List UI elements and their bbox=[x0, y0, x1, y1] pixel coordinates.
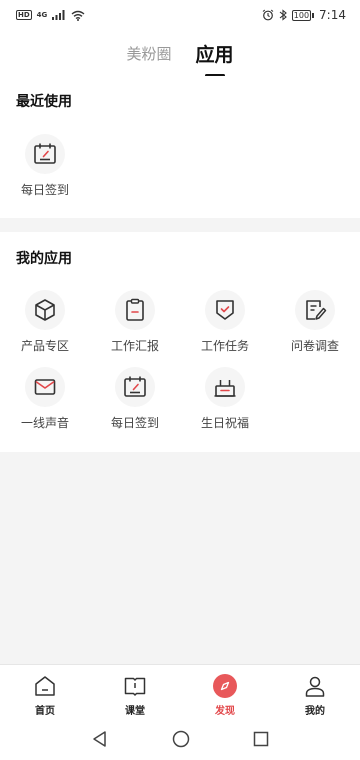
tab-apps[interactable]: 应用 bbox=[195, 40, 234, 77]
section-title: 我的应用 bbox=[16, 251, 72, 267]
app-frontline-voice[interactable]: 一线声音 bbox=[0, 367, 90, 431]
nav-label: 课堂 bbox=[125, 706, 145, 717]
box-icon bbox=[25, 290, 65, 330]
app-product-zone[interactable]: 产品专区 bbox=[0, 290, 90, 354]
app-label: 生日祝福 bbox=[200, 416, 249, 430]
app-label: 每日签到 bbox=[20, 183, 69, 197]
nav-label: 发现 bbox=[215, 706, 235, 717]
status-bar: HD 4G 100 7:14 bbox=[0, 0, 360, 30]
top-tab-bar: 美粉圈 应用 bbox=[0, 30, 360, 77]
app-label: 每日签到 bbox=[110, 416, 159, 430]
app-work-report[interactable]: 工作汇报 bbox=[90, 290, 180, 354]
app-work-tasks[interactable]: 工作任务 bbox=[180, 290, 270, 354]
status-right: 100 7:14 bbox=[262, 8, 346, 22]
system-nav-bar bbox=[0, 718, 360, 760]
home-circle-icon[interactable] bbox=[172, 730, 190, 748]
compass-icon bbox=[212, 673, 238, 699]
cake-icon bbox=[205, 367, 245, 407]
clock-time: 7:14 bbox=[319, 8, 346, 22]
section-title: 最近使用 bbox=[16, 94, 72, 110]
app-survey[interactable]: 问卷调查 bbox=[270, 290, 360, 354]
shield-check-icon bbox=[205, 290, 245, 330]
app-label: 工作任务 bbox=[200, 339, 249, 353]
app-label: 问卷调查 bbox=[290, 339, 339, 353]
clipboard-icon bbox=[115, 290, 155, 330]
recent-section: 最近使用 每日签到 bbox=[0, 76, 360, 218]
battery-tip bbox=[312, 12, 315, 18]
app-daily-signin-recent[interactable]: 每日签到 bbox=[0, 134, 90, 198]
envelope-icon bbox=[25, 367, 65, 407]
book-icon bbox=[122, 673, 148, 699]
nav-classroom[interactable]: 课堂 bbox=[90, 665, 180, 718]
nav-me[interactable]: 我的 bbox=[270, 665, 360, 718]
bottom-nav-bar: 首页 课堂 发现 我的 bbox=[0, 664, 360, 718]
alarm-icon bbox=[262, 9, 274, 21]
recents-square-icon[interactable] bbox=[253, 731, 269, 747]
back-icon[interactable] bbox=[91, 730, 109, 748]
app-label: 一线声音 bbox=[20, 416, 69, 430]
app-daily-signin[interactable]: 每日签到 bbox=[90, 367, 180, 431]
battery-level: 100 bbox=[291, 9, 312, 21]
compass-badge bbox=[213, 674, 237, 698]
battery-icon: 100 bbox=[291, 9, 315, 21]
nav-home[interactable]: 首页 bbox=[0, 665, 90, 718]
home-icon bbox=[32, 673, 58, 699]
survey-icon bbox=[295, 290, 335, 330]
my-apps-section: 我的应用 产品专区 工作汇报 工作任务 问卷调查 一线声音 每日签到 生日祝福 bbox=[0, 232, 360, 452]
status-left: HD 4G bbox=[16, 10, 85, 21]
app-birthday-wishes[interactable]: 生日祝福 bbox=[180, 367, 270, 431]
nav-discover[interactable]: 发现 bbox=[180, 665, 270, 718]
nav-label: 首页 bbox=[35, 706, 55, 717]
nav-label: 我的 bbox=[305, 706, 325, 717]
bluetooth-icon bbox=[279, 9, 287, 21]
tab-label: 应用 bbox=[195, 43, 234, 66]
calendar-check-icon bbox=[115, 367, 155, 407]
calendar-check-icon bbox=[25, 134, 65, 174]
hd-badge: HD bbox=[16, 10, 32, 20]
app-label: 产品专区 bbox=[20, 339, 69, 353]
wifi-icon bbox=[71, 10, 85, 21]
tab-label: 美粉圈 bbox=[126, 44, 172, 63]
tab-meifenquan[interactable]: 美粉圈 bbox=[126, 43, 171, 64]
app-label: 工作汇报 bbox=[110, 339, 159, 353]
signal-icon bbox=[52, 10, 66, 20]
user-icon bbox=[302, 673, 328, 699]
network-type: 4G bbox=[36, 11, 48, 19]
